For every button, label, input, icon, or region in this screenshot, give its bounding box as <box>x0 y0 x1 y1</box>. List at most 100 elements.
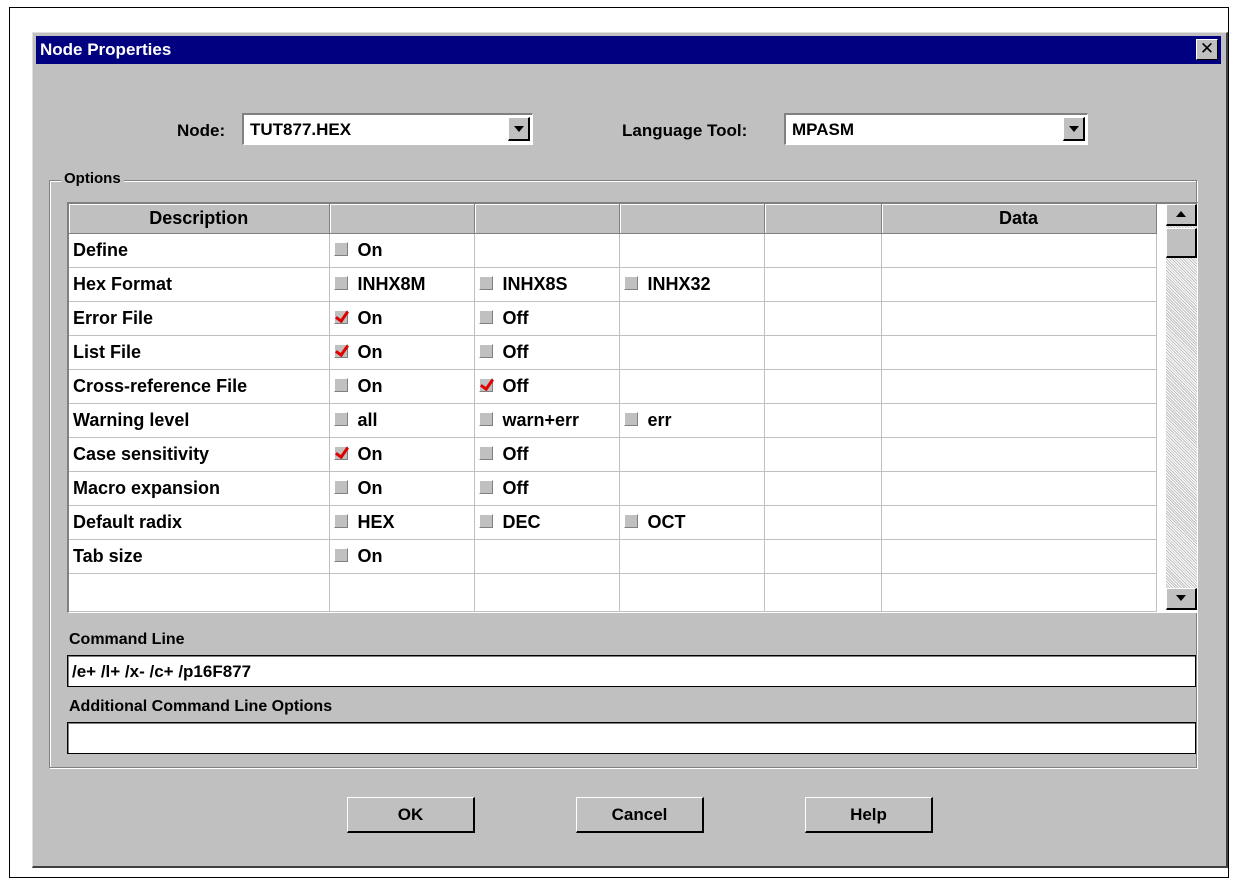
option-cell <box>474 233 620 268</box>
option-cell <box>474 539 620 574</box>
option-cell <box>881 335 1157 370</box>
option-cell <box>764 267 882 302</box>
ok-button[interactable]: OK <box>347 797 475 833</box>
table-row: Default radix HEX DEC OCT <box>69 505 1157 540</box>
option-label: On <box>357 477 383 498</box>
option-description: Define <box>69 233 330 268</box>
language-tool-value: MPASM <box>792 120 855 139</box>
option-cell <box>881 505 1157 540</box>
option-checkbox[interactable]: Off <box>474 437 620 472</box>
option-checkbox[interactable]: OCT <box>619 505 765 540</box>
option-checkbox[interactable]: INHX8S <box>474 267 620 302</box>
column-header-4[interactable] <box>764 204 882 234</box>
scroll-down-icon[interactable] <box>1166 588 1197 610</box>
option-label: warn+err <box>502 409 580 430</box>
option-checkbox[interactable]: On <box>329 233 475 268</box>
vertical-scrollbar[interactable] <box>1166 204 1197 610</box>
column-header-description[interactable]: Description <box>69 204 330 234</box>
option-label: On <box>357 341 383 362</box>
option-cell <box>619 471 765 506</box>
option-description: Tab size <box>69 539 330 574</box>
empty-cell <box>764 573 882 612</box>
checkbox-icon[interactable] <box>333 276 348 291</box>
column-header-data[interactable]: Data <box>881 204 1157 234</box>
table-row: List File On Off <box>69 335 1157 370</box>
option-checkbox[interactable]: On <box>329 539 475 574</box>
checkbox-icon[interactable] <box>333 412 348 427</box>
checkmark-icon[interactable] <box>333 446 348 461</box>
option-checkbox[interactable]: On <box>329 471 475 506</box>
chevron-down-icon[interactable] <box>508 117 530 141</box>
additional-options-field[interactable] <box>67 722 1196 754</box>
empty-cell <box>881 573 1157 612</box>
checkmark-icon[interactable] <box>333 310 348 325</box>
options-grid[interactable]: Description Data Define On Hex Format INHX8… <box>67 202 1198 613</box>
option-checkbox[interactable]: HEX <box>329 505 475 540</box>
checkmark-icon[interactable] <box>478 378 493 393</box>
scroll-up-icon[interactable] <box>1166 204 1197 226</box>
option-cell <box>764 301 882 336</box>
close-button[interactable]: ✕ <box>1196 39 1218 60</box>
option-cell <box>881 369 1157 404</box>
checkbox-icon[interactable] <box>478 446 493 461</box>
checkbox-icon[interactable] <box>478 412 493 427</box>
checkbox-icon[interactable] <box>478 514 493 529</box>
option-cell <box>764 403 882 438</box>
option-label: On <box>357 545 383 566</box>
option-checkbox[interactable]: Off <box>474 301 620 336</box>
cancel-button[interactable]: Cancel <box>576 797 704 833</box>
option-checkbox[interactable]: warn+err <box>474 403 620 438</box>
checkbox-icon[interactable] <box>623 276 638 291</box>
option-cell <box>619 301 765 336</box>
checkbox-icon[interactable] <box>333 242 348 257</box>
option-description: Cross-reference File <box>69 369 330 404</box>
scroll-thumb[interactable] <box>1166 228 1197 258</box>
option-checkbox[interactable]: INHX32 <box>619 267 765 302</box>
checkbox-icon[interactable] <box>478 344 493 359</box>
options-group-label: Options <box>61 170 124 187</box>
option-cell <box>881 471 1157 506</box>
checkbox-icon[interactable] <box>478 480 493 495</box>
column-header-1[interactable] <box>329 204 475 234</box>
checkbox-icon[interactable] <box>478 276 493 291</box>
option-checkbox[interactable]: On <box>329 335 475 370</box>
option-checkbox[interactable]: On <box>329 369 475 404</box>
empty-cell <box>329 573 475 612</box>
option-checkbox[interactable]: On <box>329 301 475 336</box>
option-cell <box>881 437 1157 472</box>
checkbox-icon[interactable] <box>623 412 638 427</box>
option-checkbox[interactable]: Off <box>474 335 620 370</box>
option-label: Off <box>502 341 529 362</box>
option-description: Case sensitivity <box>69 437 330 472</box>
node-properties-dialog: Node Properties ✕ Node: TUT877.HEX Langu… <box>32 32 1228 868</box>
checkmark-icon[interactable] <box>333 344 348 359</box>
chevron-down-icon[interactable] <box>1063 117 1085 141</box>
option-checkbox[interactable]: all <box>329 403 475 438</box>
title-bar[interactable]: Node Properties ✕ <box>36 36 1221 64</box>
window-title: Node Properties <box>40 40 172 59</box>
checkbox-icon[interactable] <box>623 514 638 529</box>
option-label: INHX8M <box>357 273 426 294</box>
checkbox-icon[interactable] <box>478 310 493 325</box>
option-description: Error File <box>69 301 330 336</box>
option-checkbox[interactable]: err <box>619 403 765 438</box>
command-line-field[interactable]: /e+ /l+ /x- /c+ /p16F877 <box>67 655 1196 687</box>
option-cell <box>764 437 882 472</box>
help-button[interactable]: Help <box>805 797 933 833</box>
checkbox-icon[interactable] <box>333 480 348 495</box>
checkbox-icon[interactable] <box>333 548 348 563</box>
node-label: Node: <box>177 121 226 140</box>
column-header-3[interactable] <box>619 204 765 234</box>
language-tool-dropdown[interactable]: MPASM <box>784 113 1088 145</box>
checkbox-icon[interactable] <box>333 378 348 393</box>
option-checkbox[interactable]: DEC <box>474 505 620 540</box>
column-header-2[interactable] <box>474 204 620 234</box>
option-checkbox[interactable]: Off <box>474 369 620 404</box>
option-checkbox[interactable]: INHX8M <box>329 267 475 302</box>
table-row: Tab size On <box>69 539 1157 574</box>
option-checkbox[interactable]: On <box>329 437 475 472</box>
node-dropdown[interactable]: TUT877.HEX <box>242 113 533 145</box>
options-table: Description Data Define On Hex Format INHX8… <box>69 204 1157 612</box>
checkbox-icon[interactable] <box>333 514 348 529</box>
option-checkbox[interactable]: Off <box>474 471 620 506</box>
